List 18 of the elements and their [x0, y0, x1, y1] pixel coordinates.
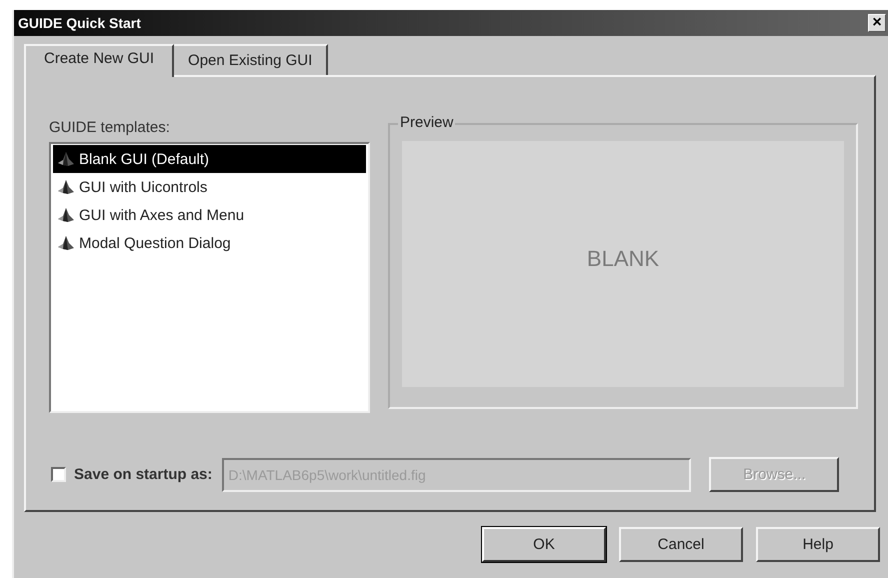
dialog-button[interactable]: OK — [482, 527, 606, 562]
peaks-icon — [57, 207, 75, 223]
preview-text: BLANK — [586, 246, 660, 272]
save-label: Save on startup as: — [74, 466, 212, 483]
dialog-button[interactable]: Cancel — [619, 527, 743, 562]
dialog-button[interactable]: Help — [756, 527, 880, 562]
peaks-icon — [57, 179, 75, 195]
template-item[interactable]: GUI with Uicontrols — [53, 173, 366, 201]
window-title: GUIDE Quick Start — [18, 15, 141, 31]
peaks-icon — [57, 235, 75, 251]
peaks-icon — [57, 151, 75, 167]
close-button[interactable]: × — [868, 14, 886, 32]
tab[interactable]: Create New GUI — [24, 44, 174, 77]
template-item[interactable]: Blank GUI (Default) — [53, 145, 366, 173]
tab[interactable]: Open Existing GUI — [172, 44, 328, 75]
templates-label: GUIDE templates: — [49, 119, 171, 136]
template-item[interactable]: Modal Question Dialog — [53, 229, 366, 257]
template-item[interactable]: GUI with Axes and Menu — [53, 201, 366, 229]
